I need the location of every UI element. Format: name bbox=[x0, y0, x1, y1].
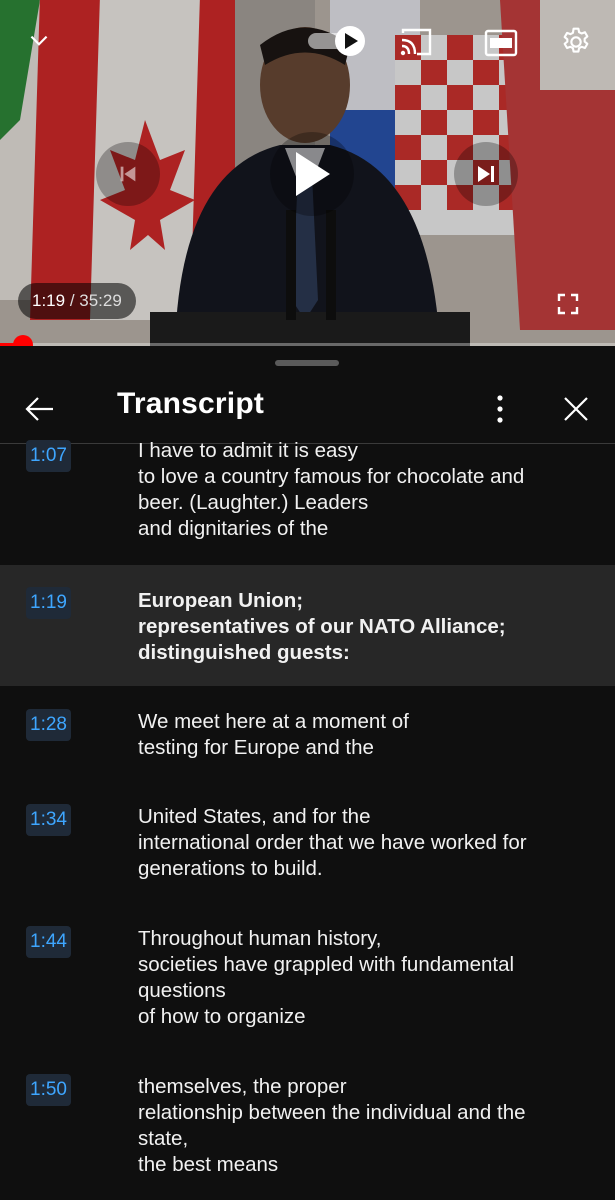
segment-timestamp: 1:28 bbox=[26, 709, 71, 741]
autoplay-toggle-icon bbox=[308, 26, 365, 56]
transcript-segment[interactable]: 1:07 I have to admit it is easy to love … bbox=[0, 439, 615, 565]
segment-line: to love a country famous for chocolate a… bbox=[138, 465, 525, 488]
segment-line: beer. (Laughter.) Leaders bbox=[138, 491, 369, 514]
autoplay-toggle[interactable] bbox=[306, 24, 368, 58]
captions-button[interactable] bbox=[482, 24, 520, 62]
segment-line: relationship between the individual and … bbox=[138, 1101, 526, 1124]
video-player[interactable]: 1:19 / 35:29 bbox=[0, 0, 615, 346]
segment-text: United States, and for the international… bbox=[138, 804, 588, 882]
segment-line: the best means bbox=[138, 1153, 279, 1176]
progress-bar[interactable] bbox=[0, 335, 615, 346]
segment-text: I have to admit it is easy to love a cou… bbox=[138, 438, 588, 542]
more-vertical-icon bbox=[497, 395, 503, 423]
previous-video-button[interactable] bbox=[96, 142, 160, 206]
fullscreen-icon bbox=[557, 293, 579, 315]
segment-line: Throughout human history, bbox=[138, 927, 382, 950]
segment-text: Throughout human history, societies have… bbox=[138, 926, 588, 1030]
segment-line: societies have grappled with fundamental bbox=[138, 953, 515, 976]
next-video-button[interactable] bbox=[454, 142, 518, 206]
transcript-segment-active[interactable]: 1:19 European Union; representatives of … bbox=[0, 565, 615, 686]
segment-line: I have to admit it is easy bbox=[138, 439, 358, 462]
gear-icon bbox=[563, 27, 589, 53]
segment-line: state, bbox=[138, 1127, 189, 1150]
segment-line: and dignitaries of the bbox=[138, 517, 329, 540]
play-button[interactable] bbox=[270, 132, 354, 216]
transcript-list: 1:07 I have to admit it is easy to love … bbox=[0, 439, 615, 1200]
arrow-left-icon bbox=[25, 397, 53, 421]
skip-previous-icon bbox=[120, 166, 136, 182]
segment-text: We meet here at a moment of testing for … bbox=[138, 709, 588, 761]
play-icon bbox=[296, 152, 330, 196]
segment-line: representatives of our NATO Alliance; bbox=[138, 615, 506, 638]
segment-line: international order that we have worked … bbox=[138, 831, 527, 854]
transcript-segment[interactable]: 1:50 themselves, the proper relationship… bbox=[0, 1052, 615, 1200]
collapse-player-button[interactable] bbox=[20, 22, 58, 60]
segment-timestamp: 1:07 bbox=[26, 440, 71, 472]
segment-line: We meet here at a moment of bbox=[138, 710, 409, 733]
back-button[interactable] bbox=[18, 387, 62, 431]
segment-timestamp: 1:50 bbox=[26, 1074, 71, 1106]
close-icon bbox=[564, 397, 588, 421]
panel-title: Transcript bbox=[117, 387, 265, 420]
transcript-segment[interactable]: 1:44 Throughout human history, societies… bbox=[0, 904, 615, 1052]
segment-line: European Union; bbox=[138, 589, 304, 612]
panel-drag-handle[interactable] bbox=[275, 360, 339, 366]
segment-line: themselves, the proper bbox=[138, 1075, 347, 1098]
settings-button[interactable] bbox=[556, 22, 596, 62]
segment-timestamp: 1:34 bbox=[26, 804, 71, 836]
chevron-down-icon bbox=[30, 35, 48, 46]
close-transcript-button[interactable] bbox=[556, 387, 596, 431]
segment-line: of how to organize bbox=[138, 1005, 306, 1028]
cast-icon bbox=[400, 28, 432, 56]
segment-timestamp: 1:44 bbox=[26, 926, 71, 958]
segment-timestamp: 1:19 bbox=[26, 587, 71, 619]
segment-line: testing for Europe and the bbox=[138, 736, 374, 759]
transcript-segment[interactable]: 1:34 United States, and for the internat… bbox=[0, 782, 615, 904]
segment-text: European Union; representatives of our N… bbox=[138, 588, 588, 666]
segment-text: themselves, the proper relationship betw… bbox=[138, 1074, 588, 1178]
segment-line: distinguished guests: bbox=[138, 641, 350, 664]
segment-line: generations to build. bbox=[138, 857, 323, 880]
transcript-panel: Transcript 1:07 I have to admit it is ea… bbox=[0, 347, 615, 1200]
video-duration: 35:29 bbox=[79, 291, 122, 310]
panel-header: Transcript bbox=[0, 377, 615, 443]
transcript-segment[interactable]: 1:28 We meet here at a moment of testing… bbox=[0, 686, 615, 782]
closed-captions-icon bbox=[484, 29, 518, 57]
time-separator: / bbox=[65, 291, 80, 310]
more-options-button[interactable] bbox=[480, 387, 520, 431]
time-readout: 1:19 / 35:29 bbox=[18, 283, 136, 319]
progress-scrubber[interactable] bbox=[12, 335, 33, 346]
skip-next-icon bbox=[478, 166, 494, 182]
segment-line: United States, and for the bbox=[138, 805, 371, 828]
fullscreen-button[interactable] bbox=[550, 286, 586, 322]
segment-line: questions bbox=[138, 979, 226, 1002]
current-time: 1:19 bbox=[32, 291, 66, 310]
cast-button[interactable] bbox=[396, 22, 436, 62]
